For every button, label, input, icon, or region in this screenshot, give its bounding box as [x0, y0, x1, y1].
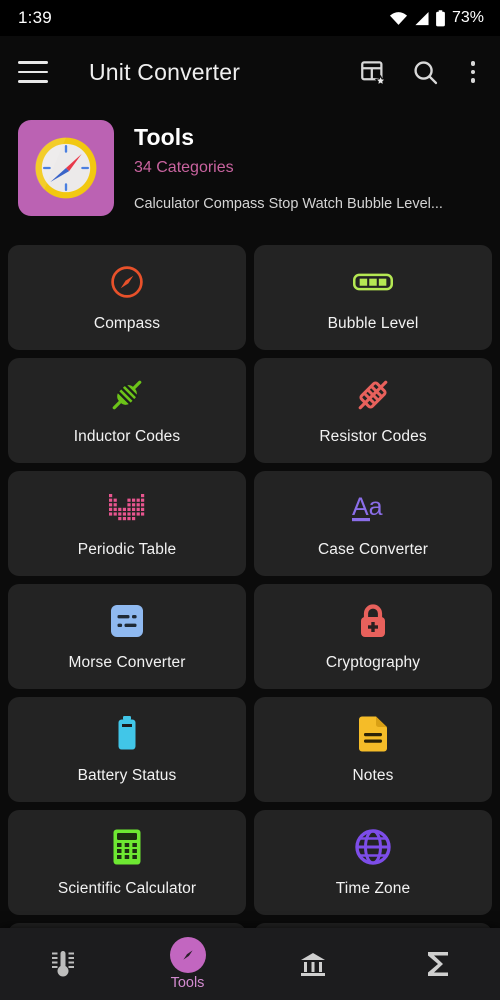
compass-icon [169, 936, 206, 973]
nav-item-tools[interactable]: Tools [125, 928, 250, 1000]
tool-card-label: Cryptography [325, 654, 421, 671]
nav-item-math[interactable] [375, 928, 500, 1000]
resistor-icon [254, 373, 492, 417]
sigma-icon [424, 947, 452, 981]
search-icon[interactable] [410, 57, 440, 87]
bottom-navigation: Tools [0, 928, 500, 1000]
tool-card-label: Scientific Calculator [57, 880, 197, 897]
tool-card-label: Time Zone [335, 880, 411, 897]
status-bar: 1:39 73% [0, 0, 500, 36]
status-time: 1:39 [18, 8, 52, 27]
tool-card-label: Periodic Table [77, 541, 177, 558]
tool-card-label: Morse Converter [68, 654, 186, 671]
cellular-signal-icon [413, 11, 430, 26]
notes-document-icon [254, 712, 492, 756]
inductor-icon [8, 373, 246, 417]
hamburger-menu-icon[interactable] [18, 53, 56, 91]
favorites-grid-icon[interactable] [358, 57, 388, 87]
tool-card-morse-converter[interactable]: Morse Converter [8, 584, 246, 689]
tool-card-periodic-table[interactable]: Periodic Table [8, 471, 246, 576]
periodic-table-icon [8, 486, 246, 530]
compass-app-icon [18, 120, 114, 216]
tool-card-inductor-codes[interactable]: Inductor Codes [8, 358, 246, 463]
tool-card-bubble-level[interactable]: Bubble Level [254, 245, 492, 350]
nav-item-label: Tools [170, 974, 205, 991]
battery-icon [435, 9, 446, 27]
tool-card-label: Resistor Codes [319, 428, 427, 445]
tool-card-scientific-calculator[interactable]: Scientific Calculator [8, 810, 246, 915]
tool-card-label: Compass [93, 315, 161, 332]
category-header: Tools 34 Categories Calculator Compass S… [0, 108, 500, 228]
tool-card-label: Battery Status [77, 767, 177, 784]
tool-card-label: Notes [352, 767, 394, 784]
nav-item-temperature[interactable] [0, 928, 125, 1000]
bank-icon [299, 947, 327, 981]
tool-card-label: Case Converter [318, 541, 428, 558]
thermometer-icon [49, 947, 77, 981]
padlock-icon [254, 599, 492, 643]
active-nav-pill [169, 936, 206, 973]
tool-card-battery-status[interactable]: Battery Status [8, 697, 246, 802]
calculator-icon [8, 825, 246, 869]
app-bar-actions [358, 57, 484, 87]
tool-card-label: Inductor Codes [73, 428, 181, 445]
overflow-menu-icon[interactable] [462, 59, 484, 85]
header-description: Calculator Compass Stop Watch Bubble Lev… [134, 196, 443, 212]
tool-card-compass[interactable]: Compass [8, 245, 246, 350]
header-title: Tools [134, 124, 195, 150]
morse-code-icon [8, 599, 246, 643]
globe-icon [254, 825, 492, 869]
battery-percent: 73% [451, 9, 484, 26]
header-text: Tools 34 Categories Calculator Compass S… [134, 120, 443, 212]
status-icons: 73% [389, 9, 484, 27]
battery-icon [8, 712, 246, 756]
case-converter-icon: Aa [254, 486, 492, 530]
wifi-icon [389, 11, 408, 26]
app-bar: Unit Converter [0, 36, 500, 108]
svg-text:Aa: Aa [352, 493, 383, 521]
tool-card-resistor-codes[interactable]: Resistor Codes [254, 358, 492, 463]
bubble-level-icon [254, 260, 492, 304]
tools-grid: Compass Bubble Level Inductor Codes Resi… [0, 245, 500, 1000]
page-title: Unit Converter [89, 58, 241, 85]
tools-grid-scroll[interactable]: Compass Bubble Level Inductor Codes Resi… [0, 245, 500, 1000]
tool-card-notes[interactable]: Notes [254, 697, 492, 802]
tool-card-case-converter[interactable]: Aa Case Converter [254, 471, 492, 576]
tool-card-time-zone[interactable]: Time Zone [254, 810, 492, 915]
tool-card-cryptography[interactable]: Cryptography [254, 584, 492, 689]
header-category-count: 34 Categories [134, 159, 234, 176]
compass-icon [8, 260, 246, 304]
tool-card-label: Bubble Level [327, 315, 419, 332]
nav-item-finance[interactable] [250, 928, 375, 1000]
